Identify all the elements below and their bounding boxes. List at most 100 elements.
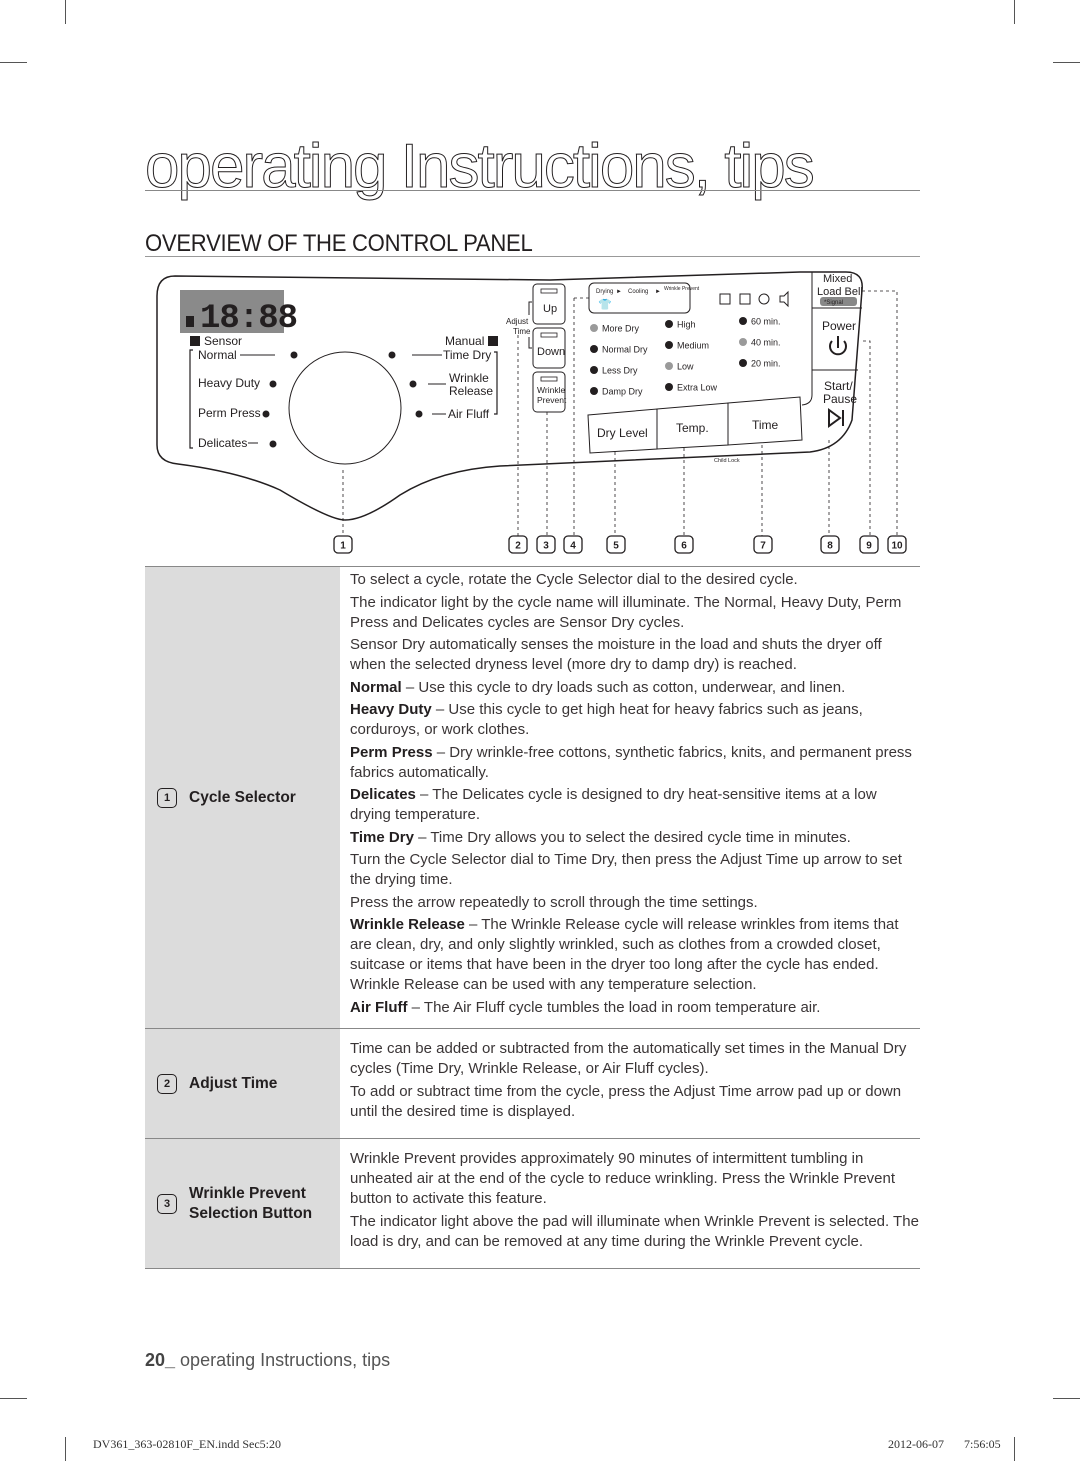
led-wrinkle-release [409, 380, 417, 388]
cycle-perm-press: Perm Press [198, 406, 261, 420]
callout-number: 5 [613, 541, 619, 552]
description-paragraph: Turn the Cycle Selector dial to Time Dry… [350, 850, 920, 890]
slug-date: 2012-06-07 [888, 1437, 944, 1451]
cycle-normal: Normal [198, 348, 237, 362]
child-lock-icon [758, 293, 770, 305]
time-option-label: 20 min. [751, 359, 781, 369]
callout-number: 6 [681, 541, 687, 552]
description-paragraph: The indicator light by the cycle name wi… [350, 593, 920, 633]
status-drying: Drying [596, 289, 613, 295]
led-temp-2 [665, 362, 673, 370]
row-description-cell: To select a cycle, rotate the Cycle Sele… [340, 567, 920, 1028]
page-footer: 20_ operating Instructions, tips [145, 1350, 390, 1371]
description-paragraph: Delicates – The Delicates cycle is desig… [350, 785, 920, 825]
paragraph-text: – The Air Fluff cycle tumbles the load i… [407, 998, 821, 1016]
paragraph-text: – Use this cycle to dry loads such as co… [401, 678, 846, 696]
paragraph-text: Time can be added or subtracted from the… [350, 1040, 907, 1077]
shirt-icon: 👕 [598, 298, 612, 311]
led-delicates [269, 440, 277, 448]
table-row: 2 Adjust Time Time can be added or subtrac… [145, 1028, 920, 1138]
table-row: 1 Cycle Selector To select a cycle, rotate… [145, 566, 920, 1028]
section-rule [145, 256, 920, 257]
time-label: Time [752, 418, 779, 432]
start-pause-label-1: Start/ [824, 379, 853, 393]
paragraph-text: – Time Dry allows you to select the desi… [413, 828, 851, 846]
description-paragraph: Wrinkle Prevent provides approximately 9… [350, 1149, 920, 1209]
led-heavy-duty [269, 380, 277, 388]
dry-level-label: Dry Level [597, 426, 648, 440]
hourglass-icon [186, 316, 194, 327]
paragraph-text: – Dry wrinkle-free cottons, synthetic fa… [350, 743, 912, 781]
description-paragraph: Perm Press – Dry wrinkle-free cottons, s… [350, 743, 920, 783]
crop-mark [1053, 1398, 1080, 1399]
description-paragraph: To add or subtract time from the cycle, … [350, 1082, 920, 1122]
status-wrinkle-prevent: Wrinkle Prevent [664, 286, 700, 292]
manual-icon [488, 336, 498, 346]
description-paragraph: Time can be added or subtracted from the… [350, 1039, 920, 1079]
description-paragraph: Wrinkle Release – The Wrinkle Release cy… [350, 915, 920, 995]
paragraph-text: Wrinkle Prevent provides approximately 9… [350, 1150, 896, 1207]
callout-number: 2 [515, 541, 521, 552]
crop-mark [1014, 0, 1015, 24]
callout-number: 10 [891, 541, 903, 552]
temp-option-label: Extra Low [677, 383, 718, 393]
row-label-cell: 2 Adjust Time [145, 1029, 340, 1138]
callout-number: 4 [570, 541, 576, 552]
description-paragraph: The indicator light above the pad will i… [350, 1212, 920, 1252]
term: Wrinkle Release [350, 916, 465, 933]
led-time-1 [739, 338, 747, 346]
dry-level-option-label: Less Dry [602, 366, 638, 376]
description-paragraph: Sensor Dry automatically senses the mois… [350, 635, 920, 675]
status-cooling: Cooling [628, 289, 648, 295]
term: Air Fluff [350, 998, 408, 1016]
description-paragraph: Press the arrow repeatedly to scroll thr… [350, 893, 920, 913]
paragraph-text: The indicator light above the pad will i… [350, 1212, 919, 1250]
temp-option-label: Low [677, 362, 694, 372]
footer-text: operating Instructions, tips [175, 1350, 391, 1370]
up-button-label: Up [543, 303, 557, 315]
paragraph-text: – The Delicates cycle is designed to dry… [350, 786, 877, 823]
start-pause-label-2: Pause [823, 392, 857, 406]
led-temp-1 [665, 341, 673, 349]
lcd-digits: 18:88 [200, 300, 297, 338]
crop-mark [65, 0, 66, 24]
control-panel-diagram: 18:88 Sensor Manual Normal Heavy Duty Pe… [156, 271, 907, 554]
paragraph-text: Sensor Dry automatically senses the mois… [350, 636, 882, 673]
row-description-cell: Time can be added or subtracted from the… [340, 1029, 920, 1138]
paragraph-text: To select a cycle, rotate the Cycle Sele… [350, 571, 798, 588]
led-time-2 [739, 359, 747, 367]
dry-level-option-label: More Dry [602, 324, 640, 334]
term: Heavy Duty [350, 701, 432, 718]
manual-label: Manual [445, 334, 484, 348]
temp-option-label: Medium [677, 341, 709, 351]
item-number-badge: 1 [157, 787, 177, 808]
cycle-air-fluff: Air Fluff [448, 407, 490, 421]
term: Perm Press [350, 743, 433, 761]
wrinkle-prevent-label-1: Wrinkle [537, 385, 565, 395]
term: Time Dry [350, 828, 414, 846]
sensor-label: Sensor [204, 334, 242, 348]
led-temp-0 [665, 320, 673, 328]
mute-icon [779, 290, 789, 308]
svg-text:►: ► [616, 289, 622, 295]
play-pause-icon [828, 408, 844, 428]
description-paragraph: To select a cycle, rotate the Cycle Sele… [350, 570, 920, 590]
led-perm-press [262, 410, 270, 418]
crop-mark [1014, 1437, 1015, 1461]
cycle-delicates: Delicates [198, 436, 247, 450]
led-temp-3 [665, 383, 673, 391]
slug-filename: DV361_363-02810F_EN.indd Sec5:20 [93, 1437, 281, 1451]
led-normal [290, 351, 298, 359]
item-label: Adjust Time [189, 1074, 278, 1092]
led-time-0 [739, 317, 747, 325]
callout-number: 9 [866, 541, 872, 552]
callout-number: 1 [340, 541, 346, 552]
wrinkle-prevent-label-2: Prevent [537, 395, 567, 405]
item-label: Wrinkle Prevent Selection Button [189, 1184, 313, 1222]
title-rule [145, 190, 920, 191]
description-table: 1 Cycle Selector To select a cycle, rotate… [145, 566, 920, 1269]
led-dry-level-0 [590, 324, 598, 332]
table-row: 3 Wrinkle Prevent Selection Button Wrinkle… [145, 1138, 920, 1269]
crop-mark [0, 1398, 27, 1399]
page-number: 20_ [145, 1350, 176, 1370]
